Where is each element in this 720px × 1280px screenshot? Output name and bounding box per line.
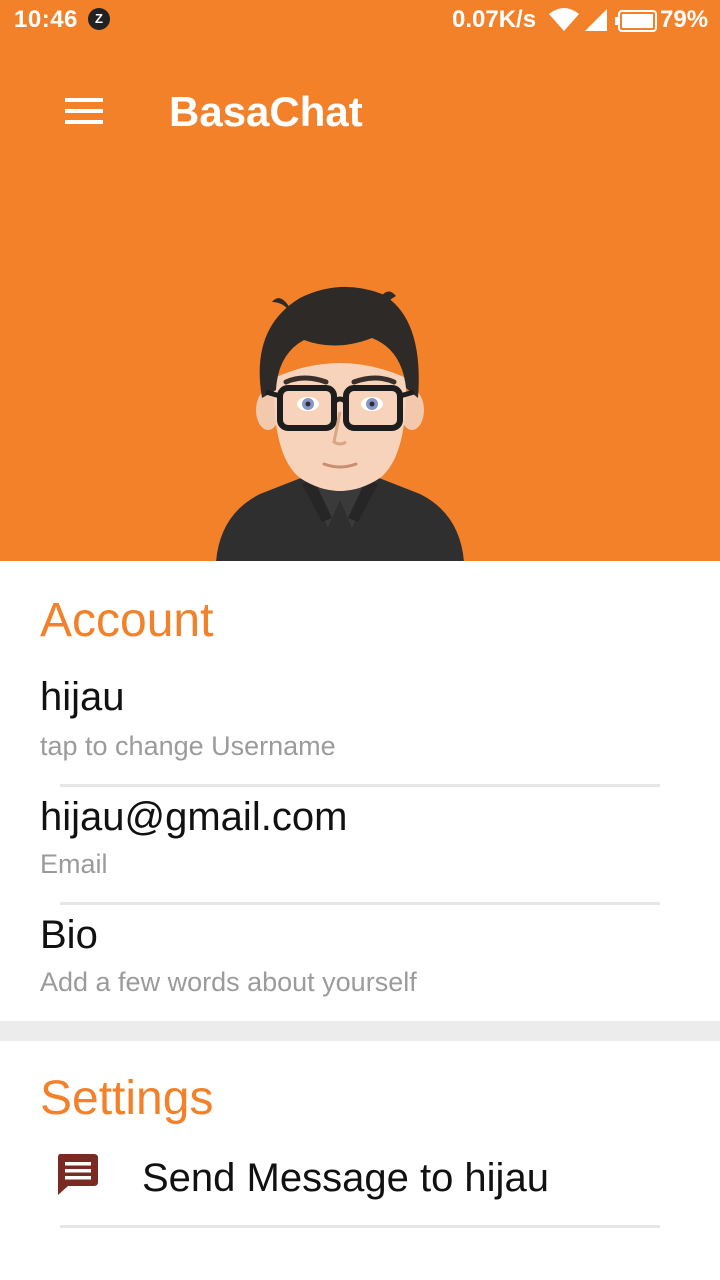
app-title: BasaChat — [169, 88, 363, 135]
bio-hint: Add a few words about yourself — [40, 967, 417, 997]
section-separator — [0, 1021, 720, 1041]
battery-level: 79% — [660, 6, 709, 33]
divider — [60, 1225, 660, 1228]
wifi-icon — [549, 8, 579, 31]
hamburger-menu-icon — [65, 98, 103, 124]
username-hint: tap to change Username — [40, 731, 336, 761]
profile-avatar[interactable] — [210, 278, 470, 562]
message-icon — [58, 1154, 98, 1195]
status-bar: 10:46 Z 0.07K/s 79% — [0, 0, 720, 42]
notification-icon: Z — [88, 8, 110, 30]
divider — [60, 784, 660, 787]
account-section: Account hijau tap to change Username hij… — [0, 561, 720, 1021]
menu-button[interactable] — [56, 88, 112, 134]
bio-value: Bio — [40, 913, 98, 957]
status-time: 10:46 — [14, 6, 78, 33]
divider — [60, 902, 660, 905]
email-value: hijau@gmail.com — [40, 795, 348, 839]
account-title: Account — [40, 594, 214, 647]
network-speed: 0.07K/s — [452, 6, 537, 33]
send-message-label: Send Message to hijau — [142, 1156, 549, 1200]
username-value: hijau — [40, 675, 125, 719]
settings-title: Settings — [40, 1072, 214, 1125]
profile-header: 10:46 Z 0.07K/s 79% BasaChat — [0, 0, 720, 562]
battery-icon — [615, 10, 657, 32]
signal-icon — [585, 9, 607, 31]
email-label: Email — [40, 849, 108, 879]
